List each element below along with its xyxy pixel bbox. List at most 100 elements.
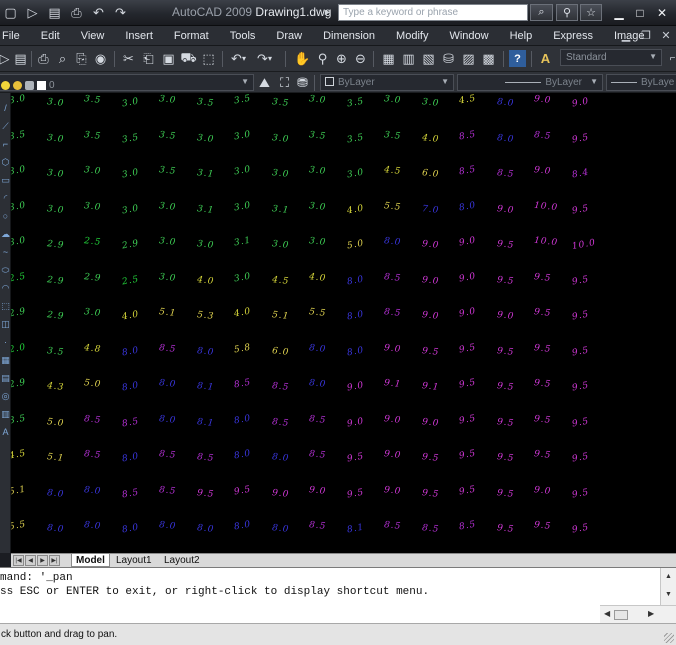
plot-preview-icon[interactable]: ⌕ — [54, 50, 71, 67]
construction-line-icon[interactable]: ⟋ — [0, 121, 11, 132]
communication-center-button[interactable]: ⚲ — [556, 4, 578, 21]
quickcalc-icon[interactable]: ▩ — [480, 50, 497, 67]
insert-block-icon[interactable]: ⬚ — [0, 301, 11, 312]
redo-icon[interactable]: ↷ — [110, 4, 131, 22]
copy-icon[interactable]: ⎗ — [140, 50, 157, 67]
region-tool-icon[interactable]: ◎ — [0, 391, 11, 402]
properties-icon[interactable]: ▦ — [380, 50, 397, 67]
lineweight-select[interactable]: ByLaye — [606, 74, 676, 91]
point-tool-icon[interactable]: · — [0, 337, 11, 348]
scroll-right-icon[interactable]: ▶ — [648, 609, 654, 618]
scroll-left-icon[interactable]: ◀ — [604, 609, 610, 618]
menu-file[interactable]: File — [0, 30, 30, 42]
command-vertical-scrollbar[interactable]: ▲ ▼ — [660, 568, 676, 605]
save-file-icon[interactable]: ▤ — [12, 50, 29, 67]
circle-tool-icon[interactable]: ○ — [0, 211, 11, 222]
ellipse-tool-icon[interactable]: ⬭ — [0, 265, 11, 276]
doc-close-icon[interactable]: ✕ — [658, 28, 674, 43]
menu-express[interactable]: Express — [542, 30, 603, 42]
text-style-icon[interactable]: A — [537, 50, 554, 67]
drawing-canvas[interactable]: 3.0 3.0 3.5 3.0 3.0 3.5 3.5 3.5 3.0 3.5 3.0 3.0 4.5 8… — [11, 93, 676, 553]
undo-dropdown-icon[interactable]: ▾ — [240, 50, 248, 67]
favorites-button[interactable]: ☆ — [580, 4, 602, 21]
tab-layout1[interactable]: Layout1 — [112, 554, 156, 567]
menu-view[interactable]: View — [70, 30, 115, 42]
menu-help[interactable]: Help — [499, 30, 543, 42]
make-object-layer-current-icon[interactable]: ⛰ — [256, 74, 273, 91]
menu-edit[interactable]: Edit — [30, 30, 70, 42]
infocenter-arrow-icon[interactable]: ► — [323, 7, 332, 17]
zoom-window-icon[interactable]: ⊕ — [333, 50, 350, 67]
new-icon[interactable]: ▢ — [0, 4, 21, 22]
revision-cloud-icon[interactable]: ☁ — [0, 229, 11, 240]
search-input[interactable]: Type a keyword or phrase — [338, 4, 528, 21]
grid-value-label: 8.5 — [83, 413, 102, 426]
last-tab-icon[interactable]: ▶| — [49, 555, 60, 566]
gradient-tool-icon[interactable]: ▤ — [0, 373, 11, 384]
linetype-select[interactable]: ByLayer ▼ — [457, 74, 603, 91]
make-block-icon[interactable]: ◫ — [0, 319, 11, 330]
ellipse-arc-icon[interactable]: ◠ — [0, 283, 11, 294]
zoom-previous-icon[interactable]: ⊖ — [352, 50, 369, 67]
command-horizontal-scrollbar[interactable]: ◀ ▶ — [600, 605, 676, 623]
sheet-set-manager-icon[interactable]: ⛁ — [440, 50, 457, 67]
rectangle-tool-icon[interactable]: ▭ — [0, 175, 11, 186]
spline-tool-icon[interactable]: ~ — [0, 247, 11, 258]
minimize-button[interactable]: ▁ — [609, 4, 629, 22]
scroll-thumb[interactable] — [614, 610, 628, 620]
3d-dwf-icon[interactable]: ◉ — [92, 50, 109, 67]
help-icon[interactable]: ? — [509, 50, 526, 67]
match-properties-icon[interactable]: ⛟ — [180, 50, 197, 67]
menu-tools[interactable]: Tools — [219, 30, 266, 42]
menu-modify[interactable]: Modify — [385, 30, 438, 42]
plot-icon[interactable]: ⎙ — [35, 50, 52, 67]
next-tab-icon[interactable]: ▶ — [37, 555, 48, 566]
cut-icon[interactable]: ✂ — [120, 50, 137, 67]
mtext-tool-icon[interactable]: A — [0, 427, 11, 438]
command-line-window[interactable]: mand: '_pan ss ESC or ENTER to exit, or … — [0, 567, 676, 623]
resize-grip-icon[interactable] — [664, 633, 674, 643]
scroll-up-icon[interactable]: ▲ — [665, 573, 672, 580]
tool-palettes-icon[interactable]: ▧ — [420, 50, 437, 67]
design-center-icon[interactable]: ▥ — [400, 50, 417, 67]
menu-format[interactable]: Format — [163, 30, 219, 42]
menu-draw[interactable]: Draw — [265, 30, 312, 42]
tab-layout2[interactable]: Layout2 — [160, 554, 204, 567]
layer-previous-icon[interactable]: ⛶ — [276, 74, 293, 91]
toolbar-overflow-icon[interactable]: ⌐ — [664, 50, 676, 67]
menu-dimension[interactable]: Dimension — [312, 30, 385, 42]
text-style-select[interactable]: Standard ▼ — [560, 49, 662, 66]
layer-manager-icon[interactable]: ⛃ — [294, 74, 311, 91]
save-icon[interactable]: ▤ — [44, 4, 65, 22]
layer-select[interactable]: 0 ▼ — [0, 74, 254, 91]
block-editor-icon[interactable]: ⬚ — [200, 50, 217, 67]
polyline-tool-icon[interactable]: ⌐ — [0, 139, 11, 150]
search-button[interactable]: ⌕ — [530, 4, 553, 21]
menu-window[interactable]: Window — [438, 30, 498, 42]
grid-value-label: 4.0 — [308, 271, 327, 284]
doc-restore-icon[interactable]: ❐ — [638, 28, 654, 43]
publish-icon[interactable]: ⎘ — [73, 50, 90, 67]
close-button[interactable]: ✕ — [652, 4, 672, 22]
pan-realtime-icon[interactable]: ✋ — [294, 50, 311, 67]
redo-dropdown-icon[interactable]: ▾ — [266, 50, 274, 67]
previous-tab-icon[interactable]: ◀ — [25, 555, 36, 566]
maximize-button[interactable]: □ — [630, 4, 650, 22]
first-tab-icon[interactable]: |◀ — [13, 555, 24, 566]
hatch-tool-icon[interactable]: ▦ — [0, 355, 11, 366]
open-icon[interactable]: ▷ — [22, 4, 43, 22]
table-tool-icon[interactable]: ▥ — [0, 409, 11, 420]
print-icon[interactable]: ⎙ — [66, 4, 87, 22]
undo-icon[interactable]: ↶ — [88, 4, 109, 22]
arc-tool-icon[interactable]: ◜ — [0, 193, 11, 204]
line-tool-icon[interactable]: / — [0, 103, 11, 114]
color-select[interactable]: ByLayer ▼ — [320, 74, 454, 91]
scroll-down-icon[interactable]: ▼ — [665, 591, 672, 598]
markup-set-manager-icon[interactable]: ▨ — [460, 50, 477, 67]
paste-icon[interactable]: ▣ — [160, 50, 177, 67]
menu-insert[interactable]: Insert — [114, 30, 163, 42]
zoom-realtime-icon[interactable]: ⚲ — [314, 50, 331, 67]
doc-minimize-icon[interactable]: ▁ — [618, 28, 634, 43]
polygon-tool-icon[interactable]: ⬡ — [0, 157, 11, 168]
tab-model[interactable]: Model — [71, 554, 110, 567]
